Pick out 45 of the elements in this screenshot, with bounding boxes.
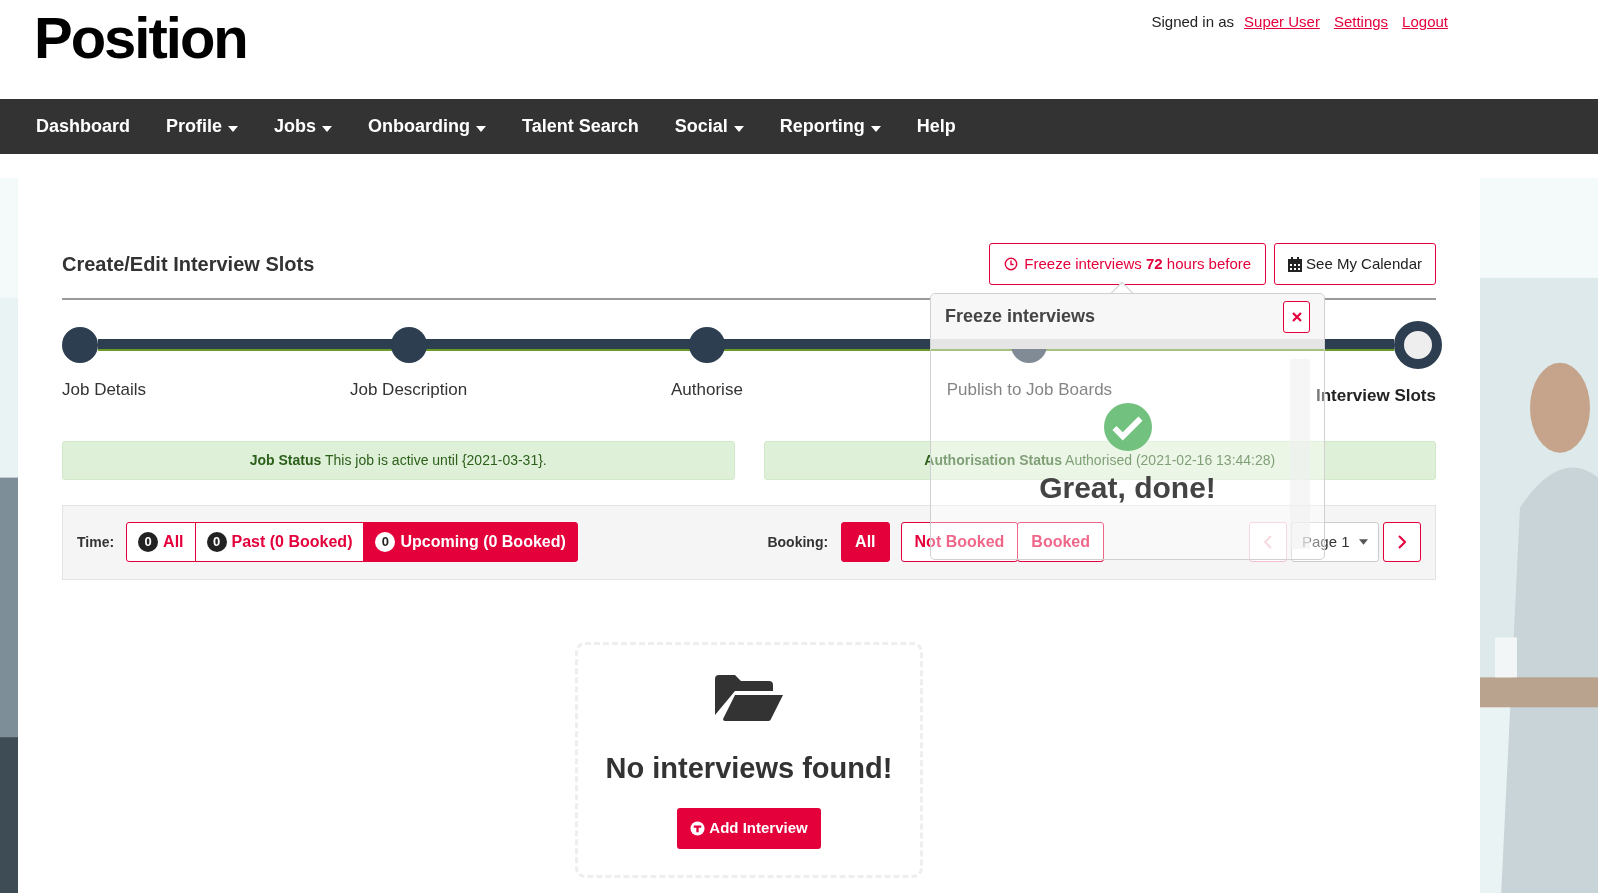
popover-title: Freeze interviews [945, 305, 1096, 328]
nav-item[interactable]: Help [916, 113, 956, 140]
time-filter-tab[interactable]: 0 Past (0 Booked) [194, 522, 365, 562]
step-label: Publish to Job Boards [946, 379, 1113, 401]
step-node[interactable] [62, 327, 98, 363]
nav-item[interactable]: Social [674, 113, 744, 140]
close-button[interactable] [1283, 300, 1310, 333]
nav-item[interactable]: Onboarding [368, 113, 487, 140]
step-label: Interview Slots [1316, 385, 1436, 407]
time-filter-tab[interactable]: 0 Upcoming (0 Booked) [363, 522, 578, 562]
nav-item[interactable]: Talent Search [522, 113, 639, 140]
folder-icon [715, 674, 783, 721]
nav-item[interactable]: Jobs [274, 113, 333, 140]
clock-icon [1004, 257, 1019, 271]
status-banner: Job Status This job is active until {2021-03-31}. [62, 440, 735, 480]
header-link[interactable]: Settings [1333, 11, 1389, 34]
nav-item[interactable]: Reporting [779, 113, 881, 140]
signed-in-label: Signed in as [1151, 12, 1235, 32]
add-interview-button[interactable]: Add Interview [677, 808, 821, 849]
booking-filter-tab[interactable]: Not Booked [900, 522, 1019, 562]
logo[interactable]: Position [34, 2, 247, 99]
chevron-left-icon [1264, 535, 1272, 549]
success-check-icon [1103, 403, 1152, 451]
header-link[interactable]: Logout [1402, 11, 1448, 34]
empty-message: No interviews found! [605, 750, 893, 786]
step-label: Authorise [671, 379, 743, 401]
step-label: Job Details [62, 379, 147, 401]
page-select[interactable]: Page 1 [1291, 522, 1379, 562]
calendar-icon [1288, 256, 1303, 272]
time-filter-tab[interactable]: 0 All [126, 522, 196, 562]
time-label: Time: [77, 532, 115, 552]
freeze-button[interactable]: Freeze interviews 72 hours before [989, 243, 1267, 285]
booking-label: Booking: [767, 532, 829, 552]
nav-item[interactable]: Dashboard [36, 113, 131, 140]
booking-filter-tab[interactable]: All [841, 522, 890, 562]
chevron-right-icon [1398, 535, 1406, 549]
page-title: Create/Edit Interview Slots [62, 252, 315, 277]
caret-icon [1359, 539, 1368, 545]
step-node[interactable] [1394, 321, 1442, 369]
close-icon [1291, 311, 1302, 322]
nav-item[interactable]: Profile [166, 113, 239, 140]
header-link[interactable]: Super User [1244, 11, 1320, 34]
calendar-button[interactable]: See My Calendar [1274, 243, 1436, 285]
next-page-button[interactable] [1383, 522, 1421, 562]
step-label: Job Description [350, 379, 468, 401]
